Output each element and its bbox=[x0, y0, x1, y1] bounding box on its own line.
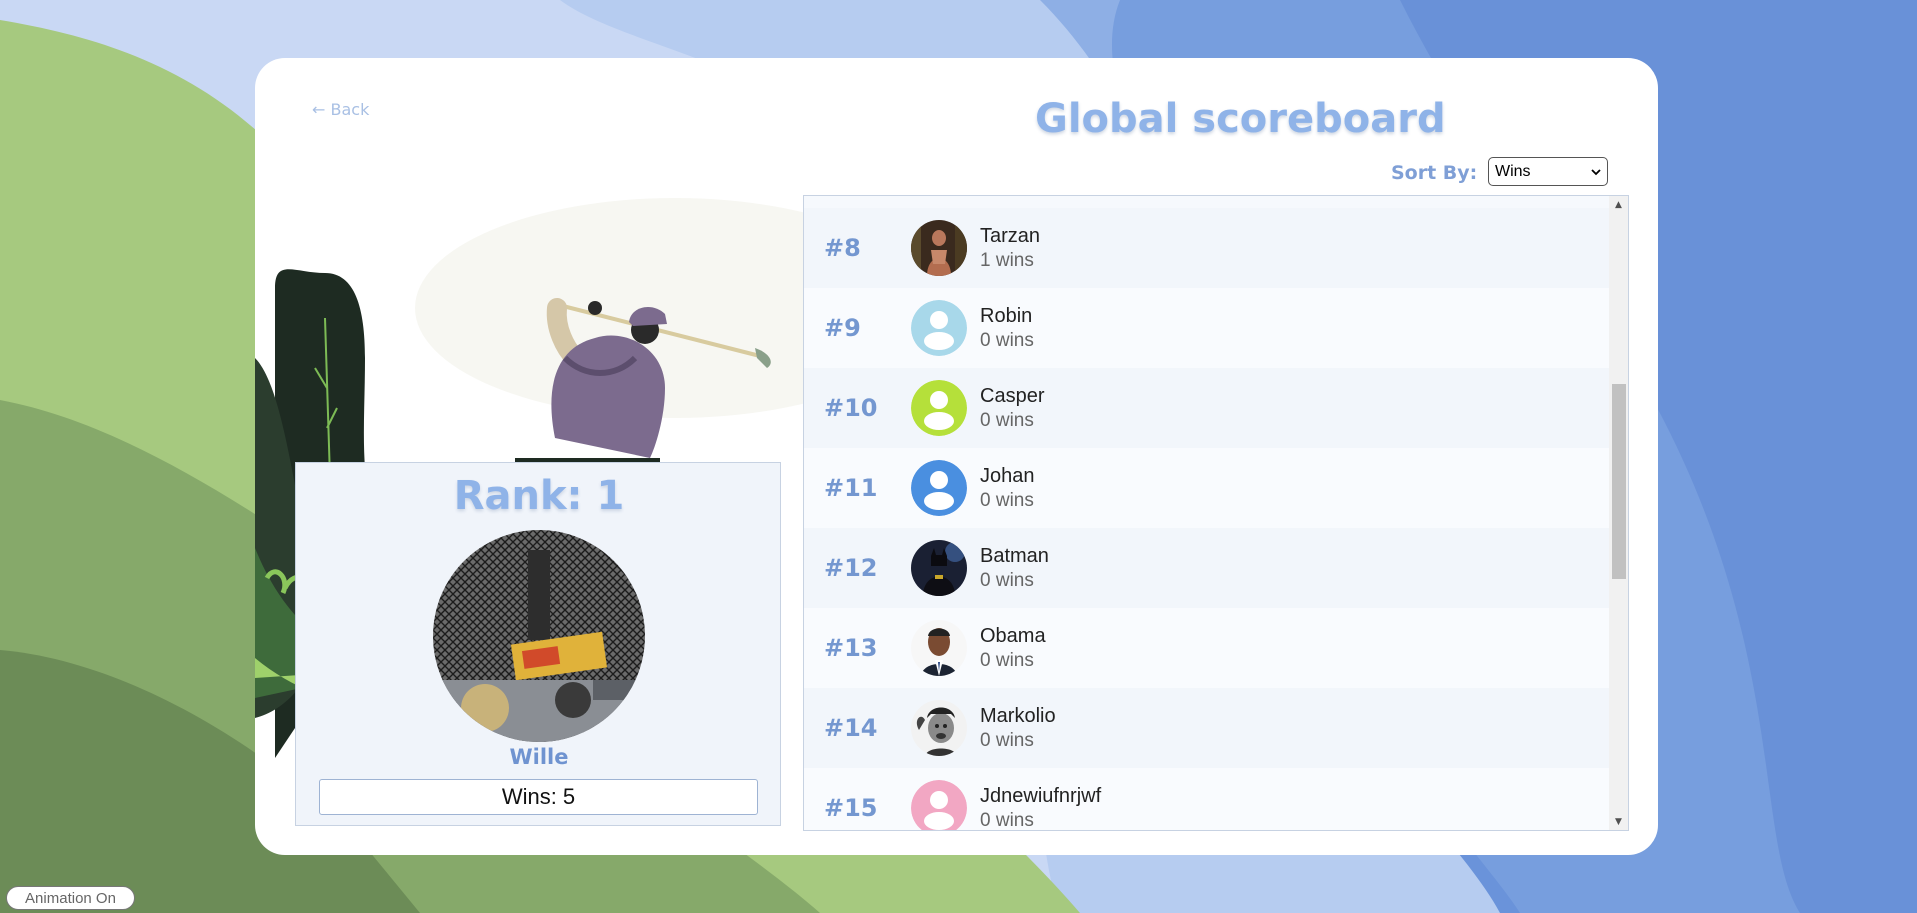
player-name: Batman bbox=[980, 544, 1049, 567]
scroll-up-arrow-icon[interactable]: ▲ bbox=[1609, 196, 1628, 213]
player-wins: 0 wins bbox=[980, 569, 1034, 591]
table-row[interactable]: #9 Robin 0 wins bbox=[804, 288, 1609, 368]
player-wins: 0 wins bbox=[980, 729, 1034, 751]
table-row[interactable]: #12 Batman 0 wins bbox=[804, 528, 1609, 608]
avatar bbox=[911, 380, 967, 436]
table-row[interactable]: #15 Jdnewiufnrjwf 0 wins bbox=[804, 768, 1609, 831]
scrollbar-thumb[interactable] bbox=[1612, 384, 1626, 579]
player-name: Casper bbox=[980, 384, 1045, 407]
player-wins: 0 wins bbox=[980, 809, 1034, 831]
current-user-avatar bbox=[433, 530, 645, 742]
photo-portrait-bw-avatar-icon bbox=[911, 700, 967, 756]
row-rank: #11 bbox=[824, 474, 878, 502]
player-wins: 1 wins bbox=[980, 249, 1034, 271]
player-name: Markolio bbox=[980, 704, 1056, 727]
player-name: Tarzan bbox=[980, 224, 1041, 247]
row-rank: #14 bbox=[824, 714, 878, 742]
row-rank: #12 bbox=[824, 554, 878, 582]
row-rank: #9 bbox=[824, 314, 861, 342]
table-row[interactable]: #8 Tarzan 1 wins bbox=[804, 208, 1609, 288]
current-user-card: Rank: 1 Wille Wins: 5 bbox=[295, 462, 781, 826]
photo-batman-avatar-icon bbox=[911, 540, 967, 596]
avatar bbox=[911, 780, 967, 830]
player-name: Obama bbox=[980, 624, 1046, 647]
player-wins: 0 wins bbox=[980, 329, 1034, 351]
current-user-name: Wille bbox=[509, 745, 569, 769]
player-wins: 0 wins bbox=[980, 489, 1034, 511]
table-row[interactable]: #13 Obama 0 wins bbox=[804, 608, 1609, 688]
scroll-down-arrow-icon[interactable]: ▼ bbox=[1609, 813, 1628, 830]
page-title: Global scoreboard bbox=[1035, 96, 1446, 142]
player-wins: 0 wins bbox=[980, 409, 1034, 431]
default-person-icon bbox=[911, 300, 967, 356]
current-user-rank: Rank: 1 bbox=[453, 473, 625, 519]
player-wins: 0 wins bbox=[980, 649, 1034, 671]
avatar bbox=[911, 540, 967, 596]
player-name: Jdnewiufnrjwf bbox=[980, 784, 1102, 807]
photo-portrait-avatar-icon bbox=[911, 620, 967, 676]
list-scrollbar[interactable]: ▲ ▼ bbox=[1609, 196, 1628, 830]
avatar bbox=[911, 220, 967, 276]
row-rank: #15 bbox=[824, 794, 878, 822]
chevron-down-icon bbox=[1591, 168, 1601, 175]
table-row[interactable]: #10 Casper 0 wins bbox=[804, 368, 1609, 448]
player-name: Robin bbox=[980, 304, 1033, 327]
sort-select[interactable]: Wins bbox=[1488, 157, 1608, 186]
sort-label: Sort By: bbox=[1391, 162, 1478, 184]
animation-toggle-button[interactable]: Animation On bbox=[6, 886, 135, 910]
player-name: Johan bbox=[980, 464, 1035, 487]
table-row[interactable]: #14 Markolio 0 wins bbox=[804, 688, 1609, 768]
avatar bbox=[911, 700, 967, 756]
photo-bike-basket-avatar-icon bbox=[433, 530, 645, 742]
current-user-wins: Wins: 5 bbox=[319, 779, 758, 815]
row-rank: #10 bbox=[824, 394, 878, 422]
avatar bbox=[911, 620, 967, 676]
scoreboard-card: ← Back Global scoreboard Sort By: Wins #… bbox=[255, 58, 1658, 855]
row-rank: #8 bbox=[824, 234, 861, 262]
row-rank: #13 bbox=[824, 634, 878, 662]
table-row[interactable]: #11 Johan 0 wins bbox=[804, 448, 1609, 528]
avatar bbox=[911, 460, 967, 516]
default-person-icon bbox=[911, 780, 967, 830]
default-person-icon bbox=[911, 460, 967, 516]
default-person-icon bbox=[911, 380, 967, 436]
scoreboard-list[interactable]: #8 Tarzan 1 wins #9 Robin 0 wins #10 Cas… bbox=[803, 195, 1629, 831]
sort-select-value: Wins bbox=[1495, 162, 1531, 180]
photo-jungle-avatar-icon bbox=[911, 220, 967, 276]
avatar bbox=[911, 300, 967, 356]
back-link[interactable]: ← Back bbox=[312, 100, 369, 119]
